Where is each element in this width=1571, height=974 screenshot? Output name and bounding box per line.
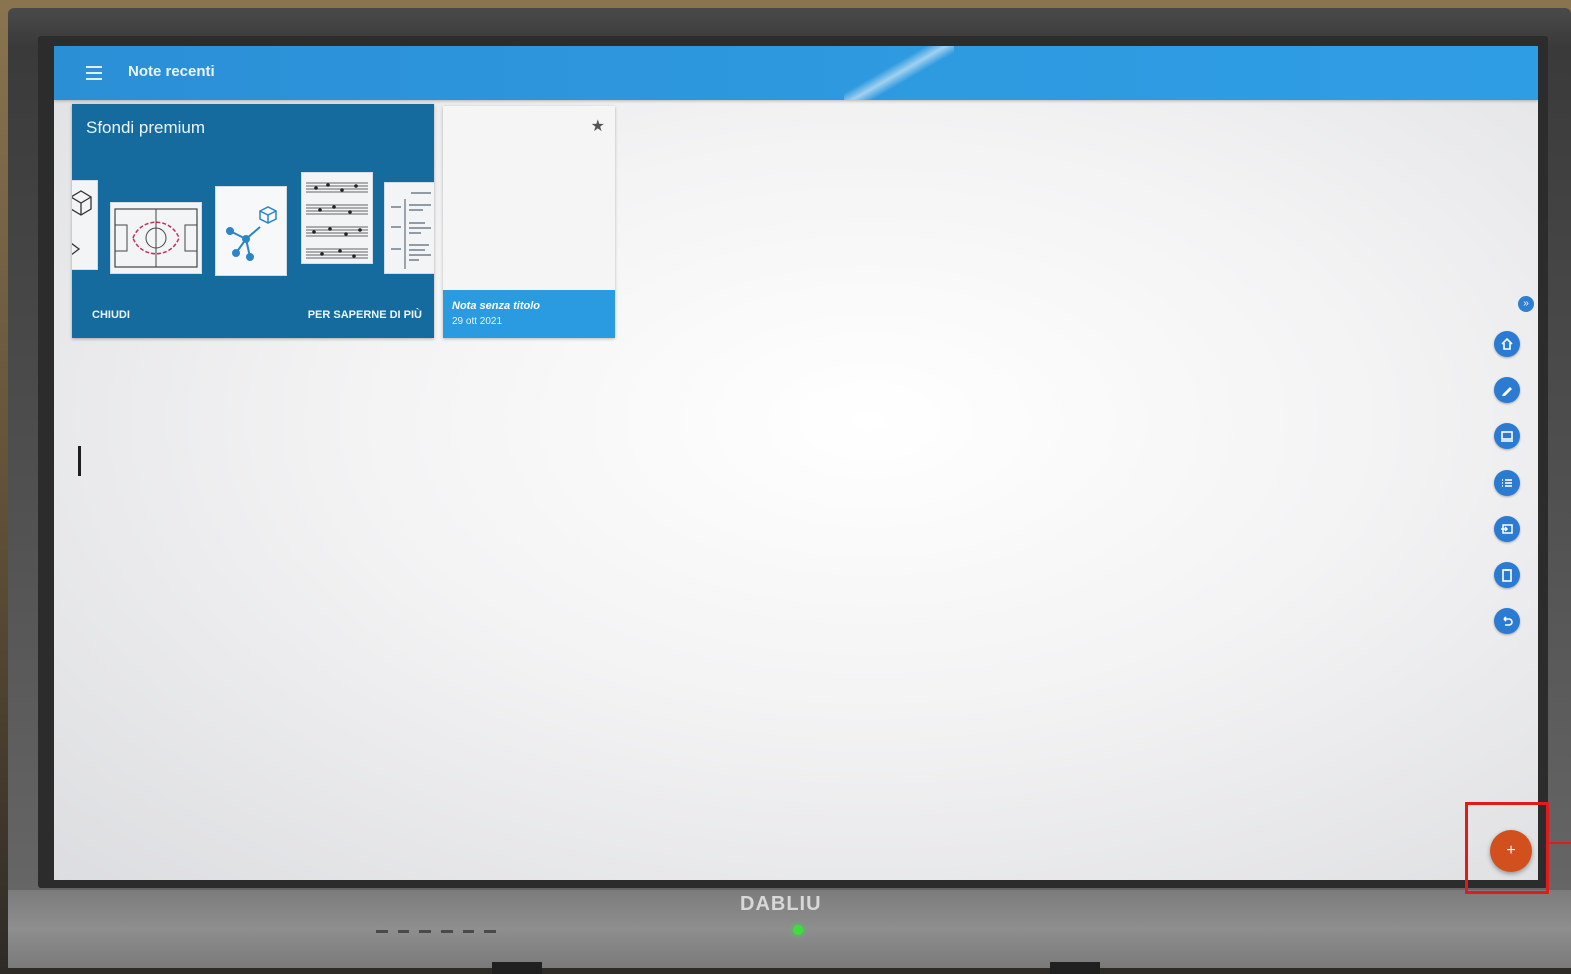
highlight-box — [1465, 802, 1549, 894]
undo-back-icon — [1503, 616, 1513, 626]
hamburger-menu-icon[interactable] — [86, 66, 102, 80]
screen-icon — [1501, 431, 1513, 442]
input-source-icon — [1501, 524, 1513, 534]
background-thumbnail-diagram — [215, 186, 287, 276]
highlight-pointer-line — [1549, 842, 1571, 844]
toolbar-screen-button[interactable] — [1494, 423, 1520, 449]
note-title: Nota senza titolo — [452, 300, 541, 312]
premium-close-button[interactable]: CHIUDI — [92, 309, 130, 321]
premium-card-title: Sfondi premium — [86, 118, 206, 137]
toolbar-back-button[interactable] — [1494, 608, 1520, 634]
page-title: Note recenti — [128, 63, 215, 80]
monitor-front-buttons[interactable] — [376, 930, 497, 936]
toolbar-collapse-button[interactable]: » — [1518, 296, 1534, 312]
toolbar-home-button[interactable] — [1494, 331, 1520, 357]
screen-glare — [844, 46, 954, 100]
toolbar-list-button[interactable] — [1494, 470, 1520, 496]
screen: Note recenti Sfondi premium CHIUDI PER S… — [54, 46, 1538, 880]
home-icon — [1501, 337, 1513, 350]
premium-backgrounds-card: Sfondi premium CHIUDI PER SAPERNE DI PIÙ — [72, 104, 434, 338]
monitor-brand-logo: DABLIU — [740, 893, 822, 915]
toolbar-input-source-button[interactable] — [1494, 516, 1520, 542]
note-card[interactable]: ★ Nota senza titolo 29 ott 2021 — [443, 106, 615, 338]
list-icon — [1502, 479, 1512, 487]
note-card-footer: Nota senza titolo 29 ott 2021 — [443, 290, 615, 338]
note-date: 29 ott 2021 — [452, 316, 503, 327]
power-led — [793, 925, 803, 935]
background-thumbnail-sheet-music — [301, 172, 373, 264]
monitor-stand-right — [1050, 962, 1100, 974]
app-bar: Note recenti — [54, 46, 1538, 100]
premium-learn-more-button[interactable]: PER SAPERNE DI PIÙ — [308, 309, 422, 321]
background-thumbnail-cube — [72, 180, 98, 270]
star-icon[interactable]: ★ — [591, 116, 605, 136]
pen-icon — [1502, 387, 1512, 396]
background-thumbnail-soccer-field — [110, 202, 202, 274]
text-cursor — [78, 446, 81, 476]
background-thumbnail-table — [384, 182, 434, 274]
toolbar-pen-button[interactable] — [1494, 377, 1520, 403]
monitor-stand-left — [492, 962, 542, 974]
toolbar-clipboard-button[interactable] — [1494, 562, 1520, 588]
clipboard-icon — [1502, 569, 1512, 582]
